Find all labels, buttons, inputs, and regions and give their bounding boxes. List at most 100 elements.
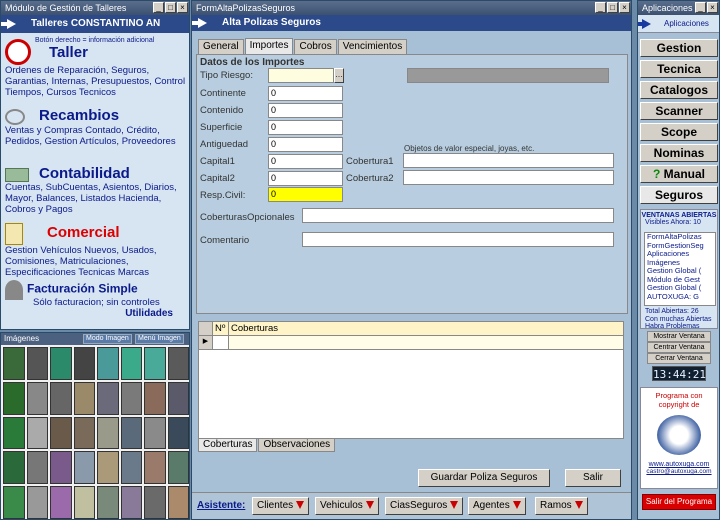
tecnica-button[interactable]: Tecnica bbox=[640, 60, 718, 78]
tab-importes[interactable]: Importes bbox=[244, 38, 294, 54]
thumbnail[interactable] bbox=[3, 486, 25, 519]
image-menu-button[interactable]: Menú Imagen bbox=[135, 334, 184, 344]
thumbnail[interactable] bbox=[26, 416, 48, 450]
thumbnail[interactable] bbox=[97, 381, 119, 415]
thumbnail[interactable] bbox=[26, 347, 48, 380]
assistant-clientes-button[interactable]: Clientes bbox=[252, 497, 310, 515]
email-link[interactable]: castro@autoxuga.com bbox=[641, 468, 717, 475]
thumbnail[interactable] bbox=[144, 347, 166, 380]
grid-cell[interactable] bbox=[229, 336, 623, 349]
thumbnail[interactable] bbox=[120, 486, 142, 519]
thumbnail[interactable] bbox=[73, 416, 95, 450]
maximize-icon[interactable]: □ bbox=[165, 2, 176, 13]
thumbnail[interactable] bbox=[3, 347, 25, 380]
coberturas-grid[interactable]: Nº Coberturas ▶ bbox=[198, 321, 624, 439]
thumbnail[interactable] bbox=[50, 381, 72, 415]
thumbnail[interactable] bbox=[50, 451, 72, 485]
thumbnail[interactable] bbox=[120, 451, 142, 485]
thumbnail[interactable] bbox=[144, 381, 166, 415]
thumbnail[interactable] bbox=[144, 486, 166, 519]
exit-button[interactable]: Salir bbox=[565, 469, 621, 487]
continente-field[interactable]: 0 bbox=[268, 86, 343, 101]
tab-observaciones[interactable]: Observaciones bbox=[258, 438, 336, 452]
tipo-riesgo-field[interactable] bbox=[268, 68, 334, 83]
seguros-button[interactable]: Seguros bbox=[640, 186, 718, 204]
scanner-button[interactable]: Scanner bbox=[640, 102, 718, 120]
module-titlebar[interactable]: Módulo de Gestión de Talleres _ □ × bbox=[1, 1, 189, 15]
coberturas-opcionales-field[interactable] bbox=[302, 208, 614, 223]
maximize-icon[interactable]: □ bbox=[607, 2, 618, 13]
thumbnail[interactable] bbox=[120, 416, 142, 450]
minimize-icon[interactable]: _ bbox=[595, 2, 606, 13]
center-window-button[interactable]: Centrar Ventana bbox=[647, 342, 711, 353]
close-window-button[interactable]: Cerrar Ventana bbox=[647, 353, 711, 364]
image-mode-button[interactable]: Modo Imagen bbox=[83, 334, 132, 344]
grid-cell[interactable] bbox=[213, 336, 229, 349]
antiguedad-field[interactable]: 0 bbox=[268, 137, 343, 152]
tab-vencimientos[interactable]: Vencimientos bbox=[337, 39, 408, 54]
thumbnail[interactable] bbox=[167, 381, 189, 415]
section-recambios[interactable]: Recambios Ventas y Compras Contado, Créd… bbox=[5, 107, 189, 147]
section-title[interactable]: Contabilidad bbox=[39, 165, 130, 182]
thumbnail[interactable] bbox=[167, 451, 189, 485]
thumbnail[interactable] bbox=[50, 416, 72, 450]
thumbnail[interactable] bbox=[167, 486, 189, 519]
thumbnail[interactable] bbox=[120, 381, 142, 415]
section-title[interactable]: Taller bbox=[49, 44, 154, 61]
close-icon[interactable]: × bbox=[177, 2, 188, 13]
tipo-riesgo-browse-button[interactable]: … bbox=[334, 68, 344, 83]
capital1-field[interactable]: 0 bbox=[268, 154, 343, 169]
exit-program-button[interactable]: Salir del Programa bbox=[642, 494, 716, 510]
section-contabilidad[interactable]: Contabilidad Cuentas, SubCuentas, Asient… bbox=[5, 165, 189, 215]
thumbnail[interactable] bbox=[26, 381, 48, 415]
section-facturacion[interactable]: Facturación Simple Sólo facturacion; sin… bbox=[5, 280, 189, 319]
thumbnail[interactable] bbox=[3, 416, 25, 450]
contenido-field[interactable]: 0 bbox=[268, 103, 343, 118]
assistant-vehiculos-button[interactable]: Vehiculos bbox=[315, 497, 379, 515]
save-button[interactable]: Guardar Poliza Seguros bbox=[418, 469, 550, 487]
thumbnail[interactable] bbox=[97, 416, 119, 450]
assistant-ciasseguros-button[interactable]: CiasSeguros bbox=[385, 497, 464, 515]
show-window-button[interactable]: Mostrar Ventana bbox=[647, 331, 711, 342]
list-item[interactable]: AUTOXUGA: G bbox=[647, 292, 715, 302]
gestion-button[interactable]: Gestion bbox=[640, 39, 718, 57]
thumbnail[interactable] bbox=[50, 347, 72, 380]
tab-coberturas[interactable]: Coberturas bbox=[198, 438, 258, 452]
thumbnail[interactable] bbox=[144, 416, 166, 450]
capital2-field[interactable]: 0 bbox=[268, 171, 343, 186]
superficie-field[interactable]: 0 bbox=[268, 120, 343, 135]
assistant-agentes-button[interactable]: Agentes bbox=[468, 497, 526, 515]
catalogos-button[interactable]: Catalogos bbox=[640, 81, 718, 99]
comentario-field[interactable] bbox=[302, 232, 614, 247]
thumbnail[interactable] bbox=[73, 486, 95, 519]
thumbnail[interactable] bbox=[97, 486, 119, 519]
thumbnail[interactable] bbox=[97, 451, 119, 485]
thumbnail[interactable] bbox=[167, 416, 189, 450]
minimize-icon[interactable]: _ bbox=[695, 2, 706, 13]
cobertura2-field[interactable] bbox=[403, 170, 614, 185]
website-link[interactable]: www.autoxuga.com bbox=[641, 461, 717, 468]
section-taller[interactable]: Botón derecho = información adicional Ta… bbox=[5, 37, 189, 98]
table-row[interactable]: ▶ bbox=[199, 336, 623, 350]
section-title[interactable]: Comercial bbox=[47, 224, 120, 241]
manual-button[interactable]: ? Manual bbox=[640, 165, 718, 183]
applications-titlebar[interactable]: Aplicaciones _ × bbox=[638, 1, 719, 15]
resp-civil-field[interactable]: 0 bbox=[268, 187, 343, 202]
utilidades-link[interactable]: Utilidades bbox=[5, 308, 173, 319]
thumbnail[interactable] bbox=[26, 451, 48, 485]
thumbnail[interactable] bbox=[167, 347, 189, 380]
thumbnail[interactable] bbox=[26, 486, 48, 519]
thumbnail[interactable] bbox=[50, 486, 72, 519]
minimize-icon[interactable]: _ bbox=[153, 2, 164, 13]
thumbnail[interactable] bbox=[73, 381, 95, 415]
thumbnail[interactable] bbox=[73, 347, 95, 380]
cobertura1-field[interactable] bbox=[403, 153, 614, 168]
section-title[interactable]: Facturación Simple bbox=[27, 282, 138, 296]
thumbnail[interactable] bbox=[3, 381, 25, 415]
close-icon[interactable]: × bbox=[619, 2, 630, 13]
nominas-button[interactable]: Nominas bbox=[640, 144, 718, 162]
thumbnail[interactable] bbox=[144, 451, 166, 485]
scope-button[interactable]: Scope bbox=[640, 123, 718, 141]
section-comercial[interactable]: Comercial Gestion Vehículos Nuevos, Usad… bbox=[5, 223, 189, 278]
close-icon[interactable]: × bbox=[707, 2, 718, 13]
